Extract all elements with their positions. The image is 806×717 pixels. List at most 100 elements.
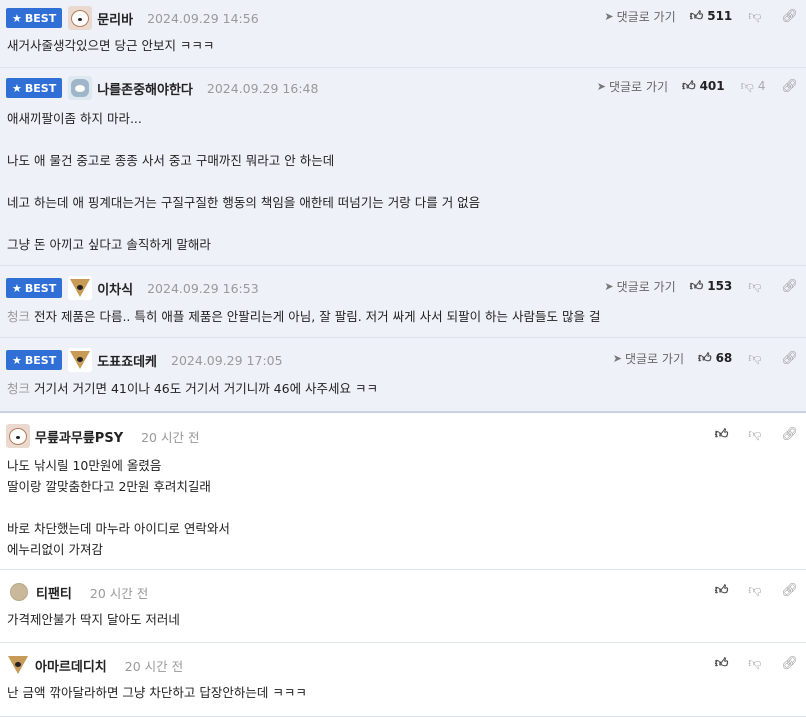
comment-header: ★ BEST 이차식 2024.09.29 16:53	[6, 276, 259, 300]
go-to-reply-link[interactable]: ➤ 댓글로 가기	[604, 8, 675, 25]
thumbs-down-icon: 👎︎	[748, 350, 762, 366]
dislike-button[interactable]: 👎︎	[748, 9, 765, 24]
dislike-button[interactable]: 👎︎ 4	[741, 79, 766, 94]
avatar[interactable]	[6, 653, 30, 677]
nickname[interactable]: 문리바	[97, 9, 133, 28]
thumbs-up-icon: 👍︎	[714, 655, 729, 671]
share-link-button[interactable]: 🔗︎	[781, 279, 798, 294]
go-to-reply-link[interactable]: ➤ 댓글로 가기	[613, 350, 684, 367]
nickname[interactable]: 티팬티	[36, 583, 72, 602]
comment-item: ★ BEST 나를존중해야한다 2024.09.29 16:48 ➤ 댓글로 가기 …	[0, 68, 806, 266]
thumbs-down-icon: 👎︎	[740, 78, 754, 94]
paper-plane-icon: ➤	[596, 79, 606, 93]
paper-plane-icon: ➤	[612, 351, 622, 365]
best-badge: ★ BEST	[6, 8, 63, 28]
avatar[interactable]	[68, 6, 93, 30]
comment-actions: ➤ 댓글로 가기 👍︎ 68 👎︎ 🔗︎	[613, 348, 798, 368]
comment-date: 20 시간 전	[89, 585, 149, 601]
go-to-reply-link[interactable]: ➤ 댓글로 가기	[604, 278, 675, 295]
comment-header: ★ BEST 문리바 2024.09.29 14:56	[6, 6, 259, 30]
share-link-button[interactable]: 🔗︎	[781, 427, 798, 442]
star-icon: ★	[12, 281, 22, 295]
star-icon: ★	[12, 11, 22, 25]
dislike-button[interactable]: 👎︎	[748, 656, 765, 671]
comment-actions: ➤ 댓글로 가기 👍︎ 401 👎︎ 4 🔗︎	[597, 76, 798, 96]
thumbs-up-icon: 👍︎	[689, 8, 704, 24]
comment-date: 2024.09.29 17:05	[171, 352, 283, 368]
like-button[interactable]: 👍︎	[715, 427, 733, 442]
best-badge: ★ BEST	[6, 78, 63, 98]
link-icon: 🔗︎	[781, 278, 798, 294]
thumbs-up-icon: 👍︎	[714, 582, 729, 598]
paper-plane-icon: ➤	[604, 279, 614, 293]
go-to-reply-link[interactable]: ➤ 댓글로 가기	[597, 78, 668, 95]
like-button[interactable]: 👍︎ 511	[690, 9, 733, 24]
comment-item: ★ BEST 문리바 2024.09.29 14:56 ➤ 댓글로 가기 👍︎ 511…	[0, 0, 806, 68]
thumbs-down-icon: 👎︎	[748, 655, 762, 671]
comment-actions: ➤ 댓글로 가기 👍︎ 153 👎︎ 🔗︎	[604, 276, 798, 296]
thumbs-up-icon: 👍︎	[689, 278, 704, 294]
nickname[interactable]: 이차식	[97, 279, 133, 298]
nickname[interactable]: 아마르데디치	[35, 656, 107, 675]
comment-body: 청크 거기서 거기면 41이나 46도 거기서 거기니까 46에 사주세요 ㅋㅋ	[7, 381, 379, 396]
comment-date: 2024.09.29 16:48	[206, 80, 319, 96]
comment-body: 청크 전자 제품은 다름.. 특히 애플 제품은 안팔리는게 아님, 잘 팔림. …	[7, 309, 601, 324]
best-badge: ★ BEST	[6, 278, 63, 298]
share-link-button[interactable]: 🔗︎	[781, 583, 798, 598]
thumbs-down-icon: 👎︎	[748, 426, 762, 442]
thumbs-down-icon: 👎︎	[748, 278, 762, 294]
comment-actions: 👍︎ 👎︎ 🔗︎	[715, 424, 798, 444]
avatar[interactable]	[68, 276, 93, 300]
thumbs-down-icon: 👎︎	[748, 8, 762, 24]
avatar[interactable]	[6, 424, 30, 448]
reply-prefix: 청크	[7, 381, 31, 396]
comment-item: 티팬티 20 시간 전 👍︎ 👎︎ 🔗︎ 가격제안불가 딱지 달아도 저러네	[0, 570, 806, 643]
avatar[interactable]	[68, 348, 93, 372]
like-button[interactable]: 👍︎ 401	[682, 79, 725, 94]
link-icon: 🔗︎	[781, 8, 798, 24]
paper-plane-icon: ➤	[604, 9, 614, 23]
comment-date: 2024.09.29 14:56	[147, 10, 259, 26]
comment-item: 아마르데디치 20 시간 전 👍︎ 👎︎ 🔗︎ 난 금액 깎아달라하면 그냥 차…	[0, 643, 806, 717]
share-link-button[interactable]: 🔗︎	[781, 9, 798, 24]
dislike-button[interactable]: 👎︎	[748, 279, 765, 294]
like-button[interactable]: 👍︎	[715, 656, 733, 671]
link-icon: 🔗︎	[781, 350, 798, 366]
best-badge: ★ BEST	[6, 350, 63, 370]
nickname[interactable]: 도표죠데케	[97, 351, 157, 370]
thumbs-up-icon: 👍︎	[697, 350, 712, 366]
comment-date: 20 시간 전	[141, 429, 200, 445]
comment-date: 2024.09.29 16:53	[147, 280, 259, 296]
comment-actions: 👍︎ 👎︎ 🔗︎	[715, 580, 798, 600]
link-icon: 🔗︎	[781, 582, 798, 598]
avatar[interactable]	[10, 583, 28, 601]
reply-prefix: 청크	[7, 309, 31, 324]
nickname[interactable]: 무릎과무릎PSY	[35, 427, 123, 446]
like-button[interactable]: 👍︎ 68	[698, 351, 732, 366]
share-link-button[interactable]: 🔗︎	[781, 656, 798, 671]
comment-item: ★ BEST 도표죠데케 2024.09.29 17:05 ➤ 댓글로 가기 👍︎ 6…	[0, 338, 806, 413]
thumbs-down-icon: 👎︎	[748, 582, 762, 598]
comment-body: 애새끼팔이좀 하지 마라... 나도 애 물건 중고로 종종 사서 중고 구매까…	[7, 111, 481, 252]
comment-header: 아마르데디치 20 시간 전	[6, 653, 183, 677]
dislike-button[interactable]: 👎︎	[748, 351, 765, 366]
like-button[interactable]: 👍︎	[715, 583, 733, 598]
comment-header: 티팬티 20 시간 전	[6, 580, 148, 604]
avatar[interactable]	[68, 76, 93, 100]
thumbs-up-icon: 👍︎	[681, 78, 696, 94]
comment-header: 무릎과무릎PSY 20 시간 전	[6, 424, 199, 448]
share-link-button[interactable]: 🔗︎	[781, 79, 798, 94]
comment-body: 나도 낚시릴 10만원에 올렸음 딸이랑 깔맞춤한다고 2만원 후려치길래 바로…	[7, 458, 230, 557]
thumbs-up-icon: 👍︎	[714, 426, 729, 442]
link-icon: 🔗︎	[781, 78, 798, 94]
like-button[interactable]: 👍︎ 153	[690, 279, 733, 294]
dislike-button[interactable]: 👎︎	[748, 427, 765, 442]
comment-actions: 👍︎ 👎︎ 🔗︎	[715, 653, 798, 673]
comment-item: 무릎과무릎PSY 20 시간 전 👍︎ 👎︎ 🔗︎ 나도 낚시릴 10만원에 올…	[0, 413, 806, 570]
comment-header: ★ BEST 도표죠데케 2024.09.29 17:05	[6, 348, 283, 372]
link-icon: 🔗︎	[781, 426, 798, 442]
share-link-button[interactable]: 🔗︎	[781, 351, 798, 366]
comment-body: 새거사줄생각있으면 당근 안보지 ㅋㅋㅋ	[7, 38, 215, 53]
dislike-button[interactable]: 👎︎	[748, 583, 765, 598]
nickname[interactable]: 나를존중해야한다	[97, 79, 193, 98]
